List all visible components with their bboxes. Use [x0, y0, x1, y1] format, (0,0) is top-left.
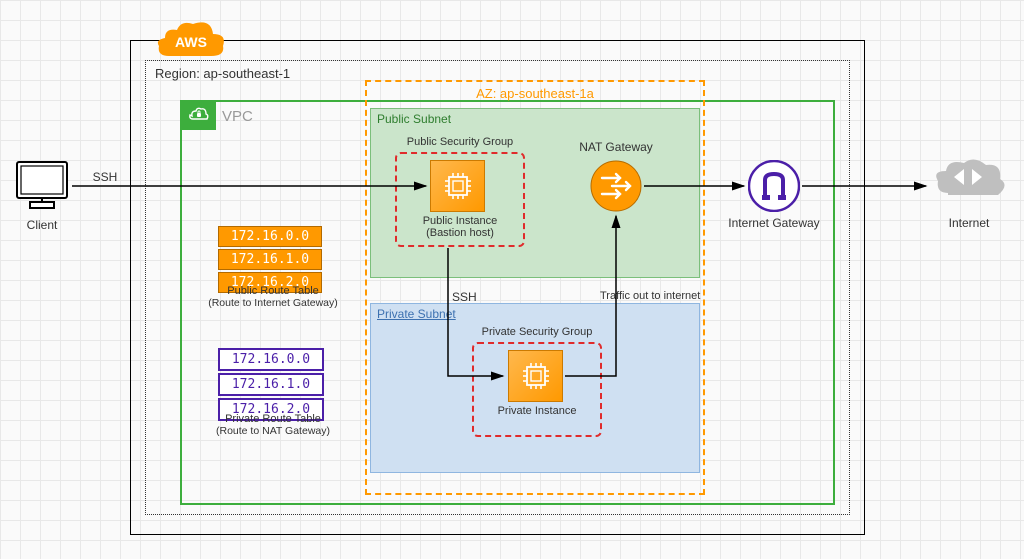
internet-icon [930, 155, 1008, 211]
internet-gateway-icon [748, 160, 800, 212]
nat-gateway-icon [590, 160, 642, 212]
internet-label: Internet [930, 216, 1008, 230]
private-subnet-label: Private Subnet [377, 307, 456, 321]
aws-logo-badge: AWS [155, 20, 227, 60]
ec2-chip-icon [441, 169, 475, 203]
public-rt-subtitle: (Route to Internet Gateway) [198, 297, 348, 309]
internet-gateway-label: Internet Gateway [728, 216, 820, 230]
private-rt-cidr-1: 172.16.1.0 [218, 373, 324, 396]
private-route-table: 172.16.0.0 172.16.1.0 172.16.2.0 [218, 346, 328, 423]
private-instance-icon [508, 350, 563, 402]
private-rt-subtitle: (Route to NAT Gateway) [198, 425, 348, 437]
private-instance-label: Private Instance [472, 405, 602, 417]
public-rt-cidr-0: 172.16.0.0 [218, 226, 322, 247]
client-label: Client [12, 218, 72, 232]
public-sg-label: Public Security Group [395, 136, 525, 148]
vpc-label: VPC [222, 108, 253, 125]
ec2-chip-icon [519, 359, 553, 393]
private-sg-label: Private Security Group [472, 326, 602, 338]
region-label: Region: ap-southeast-1 [155, 66, 290, 81]
vpc-cloud-icon [187, 105, 209, 125]
client-icon [12, 158, 72, 214]
public-instance-icon [430, 160, 485, 212]
vpc-badge [180, 100, 216, 130]
az-label: AZ: ap-southeast-1a [365, 86, 705, 101]
private-rt-title: Private Route Table [198, 413, 348, 425]
public-subnet-label: Public Subnet [377, 112, 451, 126]
public-rt-title: Public Route Table [198, 285, 348, 297]
public-rt-cidr-1: 172.16.1.0 [218, 249, 322, 270]
ssh-label-2: SSH [452, 290, 492, 304]
traffic-label: Traffic out to internet [600, 290, 730, 302]
private-rt-cidr-0: 172.16.0.0 [218, 348, 324, 371]
nat-gateway-label: NAT Gateway [570, 140, 662, 154]
public-instance-label: Public Instance (Bastion host) [395, 215, 525, 239]
ssh-label-1: SSH [85, 170, 125, 184]
aws-logo-text: AWS [175, 34, 207, 50]
